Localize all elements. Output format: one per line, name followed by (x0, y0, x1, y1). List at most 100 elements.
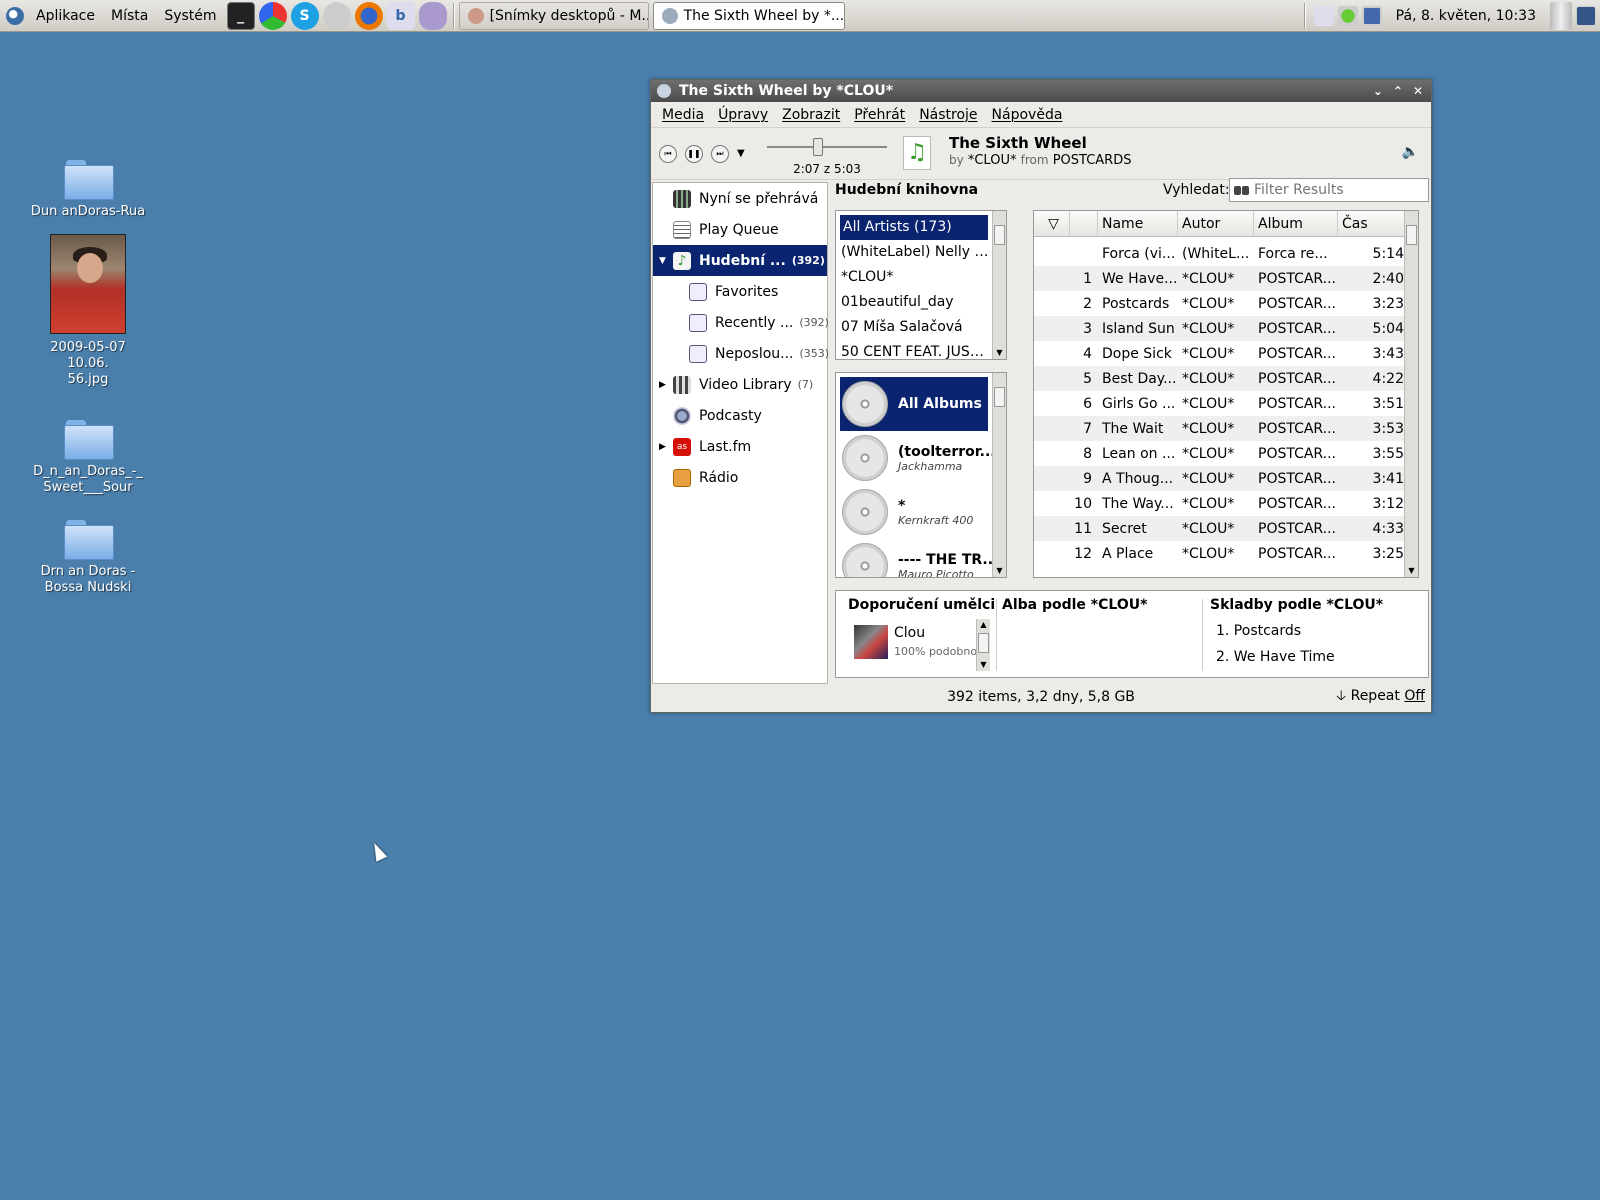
column-time[interactable]: Čas (1338, 211, 1408, 237)
sidebar-item-favorites[interactable]: Favorites (653, 276, 827, 307)
column-album[interactable]: Album (1254, 211, 1338, 237)
table-row[interactable]: Forca (vi... (WhiteL... Forca re... 5:14 (1034, 241, 1418, 266)
table-row[interactable]: 6 Girls Go ... *CLOU* POSTCAR... 3:51 (1034, 391, 1418, 416)
scroll-down-icon[interactable]: ▼ (993, 565, 1006, 577)
seek-handle[interactable] (813, 138, 824, 156)
list-item[interactable]: * Kernkraft 400 (836, 485, 992, 539)
column-artist[interactable]: Autor (1178, 211, 1254, 237)
taskbar-banshee[interactable]: The Sixth Wheel by *... (652, 1, 845, 30)
album-scrollbar[interactable]: ▼ (992, 373, 1006, 577)
taskbar-screenshots[interactable]: [Snímky desktopů - M... (458, 1, 649, 30)
menu-system[interactable]: Systém (156, 0, 224, 32)
minimize-icon[interactable]: ⌄ (1373, 84, 1383, 98)
table-row[interactable]: 1 We Have... *CLOU* POSTCAR... 2:40 (1034, 266, 1418, 291)
menu-edit[interactable]: Úpravy (711, 107, 775, 123)
playback-dropdown-icon[interactable]: ▼ (737, 148, 745, 159)
menu-help[interactable]: Nápověda (985, 107, 1070, 123)
artist-scrollbar[interactable]: ▼ (992, 211, 1006, 359)
similar-scrollbar[interactable]: ▲ ▼ (976, 619, 990, 671)
menu-tools[interactable]: Nástroje (912, 107, 984, 123)
sort-indicator-icon[interactable]: ▽ (1034, 211, 1070, 237)
scrollbar-thumb[interactable] (994, 225, 1005, 245)
list-item[interactable]: 07 Míša Salačová (836, 315, 992, 340)
scroll-down-icon[interactable]: ▼ (1405, 565, 1418, 577)
search-box[interactable] (1229, 178, 1429, 202)
list-item[interactable]: *CLOU* (836, 265, 992, 290)
column-number[interactable] (1070, 211, 1098, 237)
table-row[interactable]: 2 Postcards *CLOU* POSTCAR... 3:23 (1034, 291, 1418, 316)
table-row[interactable]: 9A Thoug... *CLOU* POSTCAR... 3:41 (1034, 466, 1418, 491)
show-desktop-icon[interactable] (1576, 6, 1596, 26)
sidebar-item-unheard[interactable]: Neposlou... (353) (653, 338, 829, 369)
recommended-song[interactable]: 2. We Have Time (1216, 649, 1335, 665)
next-icon[interactable]: ⏭ (711, 144, 729, 163)
previous-icon[interactable]: ⏮ (659, 144, 677, 163)
pidgin-icon[interactable] (418, 1, 447, 30)
maximize-icon[interactable]: ⌃ (1393, 84, 1403, 98)
table-row[interactable]: 10 The Way... *CLOU* POSTCAR... 3:12 (1034, 491, 1418, 516)
binoculars-icon[interactable] (1234, 184, 1250, 196)
search-input[interactable] (1254, 182, 1424, 198)
list-item[interactable]: 50 CENT FEAT. JUSTIN ... (836, 340, 992, 359)
clock-app-icon[interactable] (322, 1, 351, 30)
column-name[interactable]: Name (1098, 211, 1178, 237)
scrollbar-thumb[interactable] (978, 633, 989, 653)
desktop-folder-bossa-nudski[interactable]: Drn an Doras - Bossa Nudski (28, 518, 148, 596)
sidebar-item-recently-added[interactable]: Recently ... (392) (653, 307, 829, 338)
menu-places[interactable]: Místa (103, 0, 156, 32)
expand-icon[interactable]: ▶ (659, 380, 666, 390)
list-item[interactable]: All Artists (173) (840, 215, 988, 240)
list-item[interactable]: ---- THE TR... Mauro Picotto (836, 539, 992, 577)
terminal-icon[interactable]: _ (226, 1, 255, 30)
network-icon[interactable] (1361, 6, 1382, 26)
sidebar-item-radio[interactable]: Rádio (653, 462, 827, 493)
table-row[interactable]: 4 Dope Sick *CLOU* POSTCAR... 3:43 (1034, 341, 1418, 366)
scrollbar-thumb[interactable] (994, 387, 1005, 407)
sidebar-item-play-queue[interactable]: Play Queue (653, 214, 827, 245)
desktop-folder-dun-an-doras-rua[interactable]: Dun anDoras-Rua (28, 158, 148, 220)
banshee-tray-icon[interactable] (1313, 6, 1334, 26)
track-scrollbar[interactable]: ▼ (1404, 211, 1418, 577)
sidebar-item-lastfm[interactable]: ▶ as Last.fm (653, 431, 827, 462)
status-icon[interactable] (1337, 6, 1358, 26)
table-row[interactable]: 11 Secret *CLOU* POSTCAR... 4:33 (1034, 516, 1418, 541)
expand-icon[interactable]: ▶ (659, 442, 666, 452)
skype-icon[interactable]: S (290, 1, 319, 30)
clock[interactable]: Pá, 8. květen, 10:33 (1396, 8, 1536, 24)
list-item[interactable]: 01beautiful_day (836, 290, 992, 315)
menu-applications[interactable]: Aplikace (28, 0, 103, 32)
menu-media[interactable]: Media (655, 107, 711, 123)
scroll-up-icon[interactable]: ▲ (977, 619, 990, 631)
table-row[interactable]: 12 A Place *CLOU* POSTCAR... 3:25 (1034, 541, 1418, 566)
trash-icon[interactable] (1550, 2, 1572, 30)
table-row[interactable]: 8 Lean on ... *CLOU* POSTCAR... 3:55 (1034, 441, 1418, 466)
list-item[interactable]: (toolterror... Jackhamma (836, 431, 992, 485)
sidebar-item-video-library[interactable]: ▶ Video Library (7) (653, 369, 827, 400)
sidebar-item-now-playing[interactable]: Nyní se přehrává (653, 183, 827, 214)
artist-thumbnail[interactable] (854, 625, 888, 659)
list-item[interactable]: (WhiteLabel) Nelly Fur... (836, 240, 992, 265)
sidebar-item-music-library[interactable]: ▼ ♪ Hudební ... (392) (653, 245, 827, 276)
picasa-icon[interactable] (258, 1, 287, 30)
repeat-button[interactable]: 🡣 Repeat Off (1336, 685, 1425, 709)
scroll-down-icon[interactable]: ▼ (993, 347, 1006, 359)
sidebar-item-podcasts[interactable]: Podcasty (653, 400, 827, 431)
similar-artist-name[interactable]: Clou (894, 625, 925, 641)
close-icon[interactable]: ✕ (1413, 84, 1423, 98)
list-item[interactable]: All Albums ... (840, 377, 988, 431)
table-row[interactable]: 3 Island Sun *CLOU* POSTCAR... 5:04 (1034, 316, 1418, 341)
firefox-icon[interactable] (354, 1, 383, 30)
window-titlebar[interactable]: The Sixth Wheel by *CLOU* ⌄ ⌃ ✕ (651, 80, 1431, 102)
desktop-image-file[interactable]: 2009-05-07 10.06. 56.jpg (28, 234, 148, 388)
menu-view[interactable]: Zobrazit (775, 107, 847, 123)
seek-slider[interactable]: 2:07 z 5:03 (767, 138, 887, 176)
scrollbar-thumb[interactable] (1406, 225, 1417, 245)
volume-icon[interactable]: 🔈 (1402, 144, 1419, 160)
banshee-icon[interactable]: b (386, 1, 415, 30)
recommended-song[interactable]: 1. Postcards (1216, 623, 1301, 639)
scroll-down-icon[interactable]: ▼ (977, 659, 990, 671)
collapse-icon[interactable]: ▼ (659, 256, 666, 266)
table-row[interactable]: 7 The Wait *CLOU* POSTCAR... 3:53 (1034, 416, 1418, 441)
pause-icon[interactable]: ❚❚ (685, 144, 703, 163)
menu-playback[interactable]: Přehrát (847, 107, 912, 123)
